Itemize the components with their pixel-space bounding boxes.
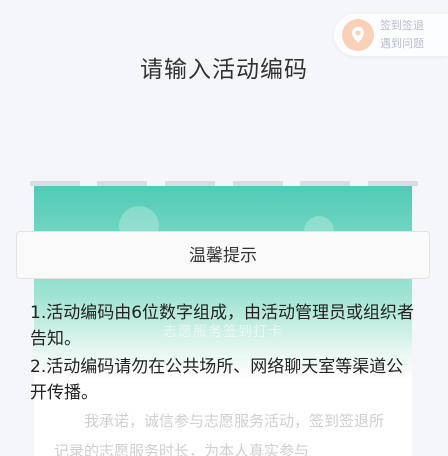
notice-body: 1.活动编码由6位数字组成，由活动管理员或组织者告知。 2.活动编码请勿在公共场… [30,300,415,408]
help-location-icon [342,19,374,51]
page-title: 请输入活动编码 [140,57,308,83]
notice-item: 1.活动编码由6位数字组成，由活动管理员或组织者告知。 [30,303,415,349]
help-line-1: 签到签退 [380,19,424,32]
poster-body: 我承诺，诚信参与志愿服务活动，签到签退所记录的志愿服务时长，为本人真实参与 [54,412,385,456]
notice-header: 温馨提示 [16,231,430,279]
notice-title: 温馨提示 [189,246,257,266]
help-text: 签到签退 遇到问题 [380,17,446,53]
notice-item: 2.活动编码请勿在公共场所、网络聊天室等渠道公开传播。 [30,357,404,403]
